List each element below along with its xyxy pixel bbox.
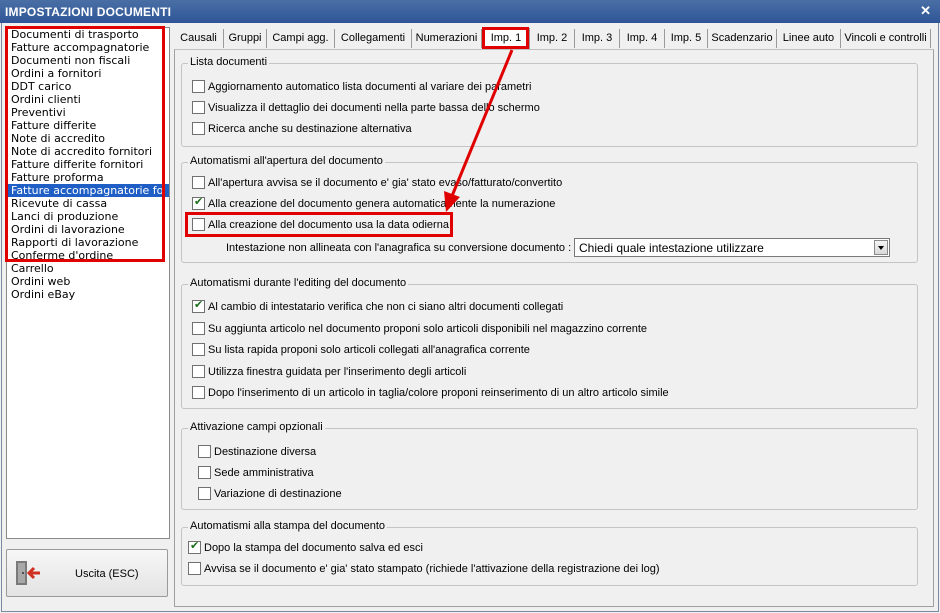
option-label: Visualizza il dettaglio dei documenti ne… <box>208 102 540 114</box>
checkbox[interactable] <box>188 539 201 554</box>
exit-button-label: Uscita (ESC) <box>75 568 139 580</box>
checkbox[interactable] <box>192 365 205 378</box>
exit-button[interactable]: Uscita (ESC) <box>6 549 168 597</box>
intestazione-value: Chiedi quale intestazione utilizzare <box>579 241 764 255</box>
group-title: Automatismi durante l'editing del docume… <box>188 277 409 289</box>
tab-causali[interactable]: Causali <box>174 29 224 48</box>
intestazione-label: Intestazione non allineata con l'anagraf… <box>226 242 572 254</box>
list-item[interactable]: Fatture accompagnatorie fo <box>7 184 169 197</box>
checkbox[interactable] <box>192 386 205 399</box>
option-label: Su lista rapida proponi solo articoli co… <box>208 344 530 356</box>
option-label: Alla creazione del documento genera auto… <box>208 198 556 210</box>
list-item[interactable]: Carrello <box>7 262 169 275</box>
group-title: Automatismi all'apertura del documento <box>188 155 385 167</box>
exit-door-icon <box>16 561 40 585</box>
list-item[interactable]: Ordini a fornitori <box>7 67 169 80</box>
group-title: Attivazione campi opzionali <box>188 421 325 433</box>
tab-numerazioni[interactable]: Numerazioni <box>412 29 482 48</box>
list-item[interactable]: Fatture differite <box>7 119 169 132</box>
list-item[interactable]: DDT carico <box>7 80 169 93</box>
tab-vincoli-e-controlli[interactable]: Vincoli e controlli <box>841 29 931 48</box>
tab-collegamenti[interactable]: Collegamenti <box>335 29 412 48</box>
list-item[interactable]: Ordini web <box>7 275 169 288</box>
list-item[interactable]: Fatture proforma <box>7 171 169 184</box>
checkbox[interactable] <box>198 487 211 500</box>
list-item[interactable]: Lanci di produzione <box>7 210 169 223</box>
title-bar: IMPOSTAZIONI DOCUMENTI ✕ <box>0 0 940 23</box>
option-label: Dopo l'inserimento di un articolo in tag… <box>208 387 669 399</box>
option-label: Ricerca anche su destinazione alternativ… <box>208 123 412 135</box>
tab-linee-auto[interactable]: Linee auto <box>777 29 841 48</box>
tab-imp-5[interactable]: Imp. 5 <box>665 29 708 48</box>
tab-campi-agg[interactable]: Campi agg. <box>267 29 335 48</box>
list-item[interactable]: Rapporti di lavorazione <box>7 236 169 249</box>
option-label: Destinazione diversa <box>214 446 317 458</box>
list-item[interactable]: Documenti non fiscali <box>7 54 169 67</box>
list-item[interactable]: Note di accredito fornitori <box>7 145 169 158</box>
group-stampa: Automatismi alla stampa del documento <box>181 520 918 586</box>
tab-imp-1[interactable]: Imp. 1 <box>482 28 530 49</box>
checkbox[interactable] <box>192 122 205 135</box>
list-item[interactable]: Note di accredito <box>7 132 169 145</box>
option-label: Al cambio di intestatario verifica che n… <box>208 301 564 313</box>
option-label: Su aggiunta articolo nel documento propo… <box>208 323 648 335</box>
checkbox[interactable] <box>198 466 211 479</box>
checkbox[interactable] <box>192 195 205 210</box>
option-label: Dopo la stampa del documento salva ed es… <box>204 542 423 554</box>
list-item[interactable]: Preventivi <box>7 106 169 119</box>
option-label: Alla creazione del documento usa la data… <box>208 219 449 231</box>
checkbox[interactable] <box>192 298 205 313</box>
list-item[interactable]: Ricevute di cassa <box>7 197 169 210</box>
checkbox[interactable] <box>192 101 205 114</box>
tab-imp-2[interactable]: Imp. 2 <box>530 29 575 48</box>
option-label: Utilizza finestra guidata per l'inserime… <box>208 366 467 378</box>
tab-imp-4[interactable]: Imp. 4 <box>620 29 665 48</box>
option-label: Sede amministrativa <box>214 467 314 479</box>
checkbox[interactable] <box>192 218 205 231</box>
option-label: Aggiornamento automatico lista documenti… <box>208 81 532 93</box>
chevron-down-icon[interactable] <box>874 240 888 255</box>
group-title: Lista documenti <box>188 56 270 68</box>
list-item[interactable]: Fatture differite fornitori <box>7 158 169 171</box>
group-title: Automatismi alla stampa del documento <box>188 520 388 532</box>
document-type-list[interactable]: Documenti di trasporto Fatture accompagna… <box>6 27 170 539</box>
option-label: All'apertura avvisa se il documento e' g… <box>208 177 563 189</box>
tab-scadenzario[interactable]: Scadenzario <box>708 29 777 48</box>
list-item[interactable]: Fatture accompagnatorie <box>7 41 169 54</box>
intestazione-select[interactable]: Chiedi quale intestazione utilizzare <box>574 238 890 257</box>
tab-gruppi[interactable]: Gruppi <box>224 29 267 48</box>
close-icon[interactable]: ✕ <box>920 3 931 19</box>
checkbox[interactable] <box>192 80 205 93</box>
list-item[interactable]: Ordini eBay <box>7 288 169 301</box>
list-item[interactable]: Ordini di lavorazione <box>7 223 169 236</box>
list-item[interactable]: Documenti di trasporto <box>7 28 169 41</box>
option-label: Avvisa se il documento e' gia' stato sta… <box>204 563 660 575</box>
checkbox[interactable] <box>192 322 205 335</box>
checkbox[interactable] <box>192 343 205 356</box>
window-title: IMPOSTAZIONI DOCUMENTI <box>5 5 172 19</box>
list-item[interactable]: Conferme d'ordine <box>7 249 169 262</box>
checkbox[interactable] <box>192 176 205 189</box>
list-item[interactable]: Ordini clienti <box>7 93 169 106</box>
checkbox[interactable] <box>198 445 211 458</box>
tab-imp-3[interactable]: Imp. 3 <box>575 29 620 48</box>
checkbox[interactable] <box>188 562 201 575</box>
option-label: Variazione di destinazione <box>214 488 342 500</box>
